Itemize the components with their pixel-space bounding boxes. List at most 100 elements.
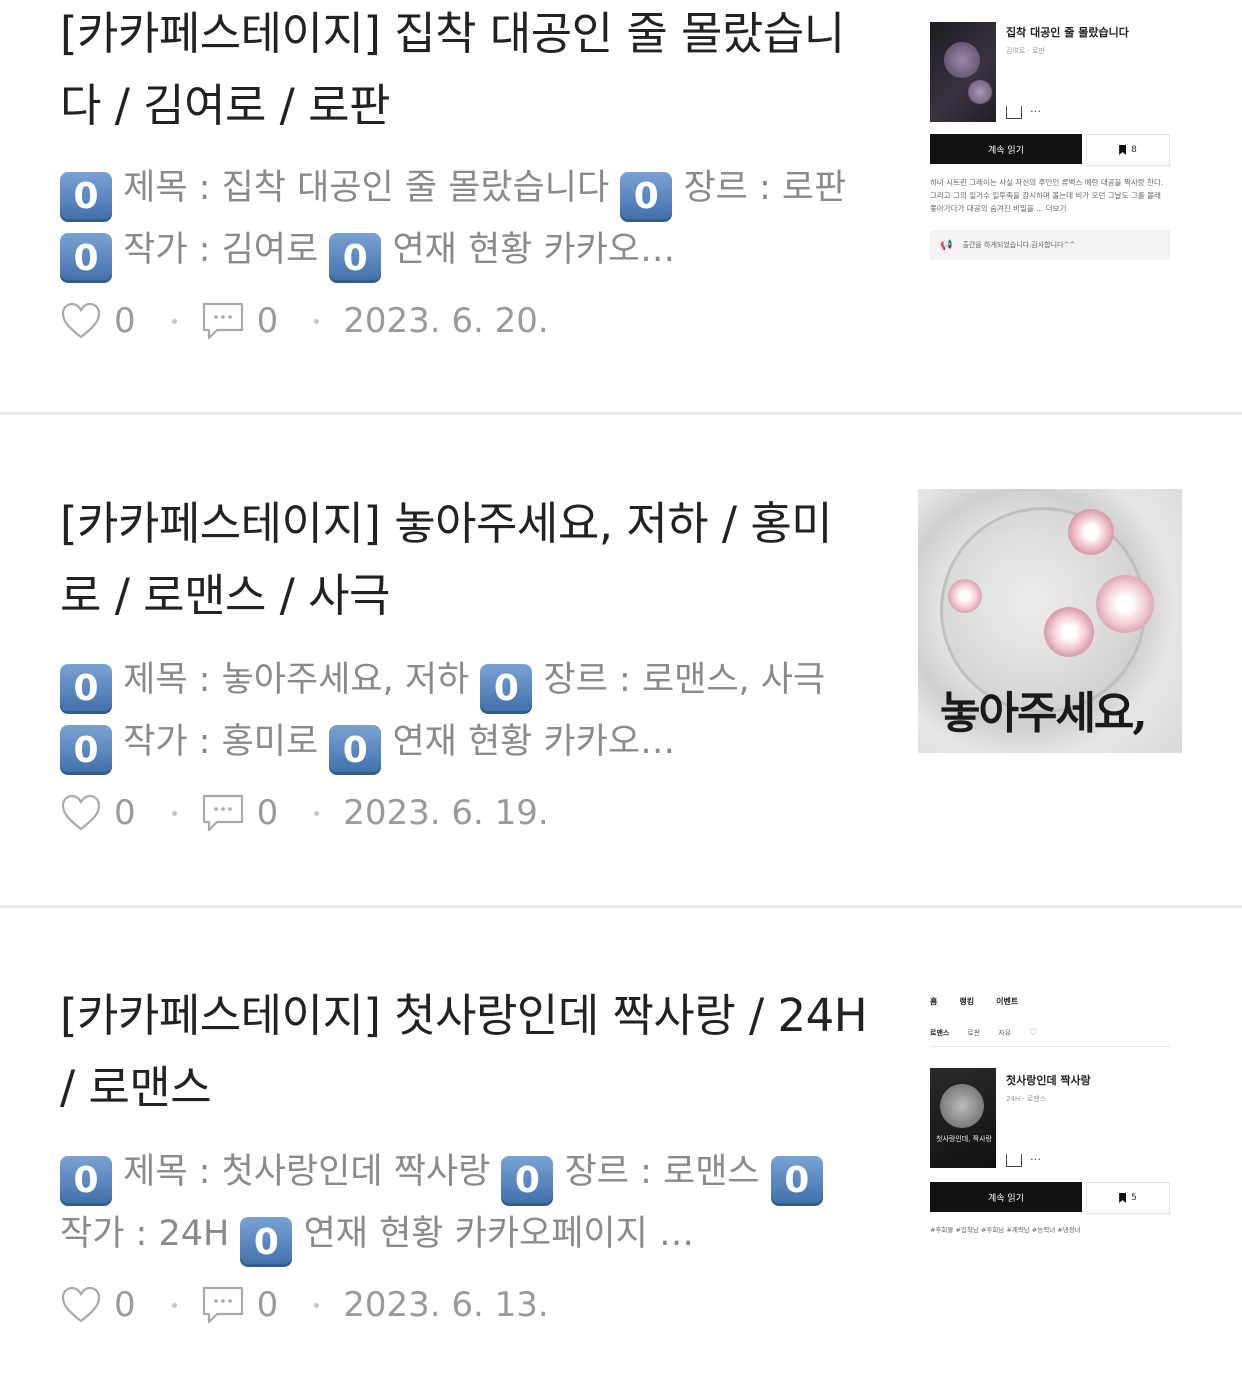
post-title[interactable]: [카카페스테이지] 놓아주세요, 저하 / 홍미로 / 로맨스 / 사극: [60, 488, 870, 632]
zero-keycap-icon: 0: [770, 1155, 823, 1206]
post-meta: 0 0 2023. 6. 20.: [60, 296, 549, 346]
separator-dot: [314, 810, 320, 816]
tabs-divider: [930, 1046, 1170, 1047]
post-title[interactable]: [카카페스테이지] 집착 대공인 줄 몰랐습니다 / 김여로 / 로판: [60, 0, 870, 142]
book-cover-image: 놓아주세요,: [918, 489, 1182, 753]
post-snippet[interactable]: 0 제목 : 첫사랑인데 짝사랑 0 장르 : 로맨스 0 작가 : 24H 0…: [60, 1144, 860, 1267]
post-item[interactable]: [카카페스테이지] 집착 대공인 줄 몰랐습니다 / 김여로 / 로판 0 제목…: [0, 0, 1242, 414]
like-count: 0: [114, 793, 136, 833]
more-icon[interactable]: …: [1030, 102, 1041, 115]
tab-free[interactable]: 자유: [998, 1028, 1011, 1038]
post-date: 2023. 6. 19.: [343, 793, 549, 833]
separator-dot: [314, 318, 320, 324]
comment-button[interactable]: 0: [201, 792, 279, 834]
read-button[interactable]: 계속 읽기: [930, 1182, 1082, 1212]
snippet-part: 작가 : 24H: [60, 1213, 241, 1254]
separator-dot: [171, 810, 177, 816]
megaphone-icon: 📢: [940, 239, 953, 251]
more-icon[interactable]: …: [1030, 1150, 1041, 1163]
snippet-part: 장르 : 로맨스: [564, 1152, 771, 1192]
comment-button[interactable]: 0: [201, 300, 278, 342]
post-thumbnail[interactable]: 집착 대공인 줄 몰랐습니다 김여로 · 로판 … 계속 읽기 8 하녀 시트린…: [918, 0, 1182, 264]
flower-decoration: [948, 579, 982, 613]
like-button[interactable]: 0: [60, 301, 136, 341]
comment-button[interactable]: 0: [201, 1284, 278, 1326]
like-button[interactable]: 0: [60, 793, 136, 833]
snippet-part: 장르 : 로맨스, 사극: [543, 660, 826, 700]
heart-tab-icon[interactable]: ♡: [1029, 1028, 1037, 1038]
post-feed: [카카페스테이지] 집착 대공인 줄 몰랐습니다 / 김여로 / 로판 0 제목…: [0, 0, 1242, 1385]
snippet-part: 제목 : 첫사랑인데 짝사랑: [123, 1152, 502, 1192]
zero-keycap-icon: 0: [329, 725, 382, 775]
zero-keycap-icon: 0: [60, 171, 112, 222]
snippet-part: 연재 현황 카카오…: [392, 721, 676, 762]
bookmark-count: 8: [1131, 145, 1137, 155]
book-description: 하녀 시트린 그레이는 사실 자신의 주인인 류백스 예란 대공을 짝사랑 한다…: [930, 178, 1164, 213]
snippet-part: 연재 현황 카카오…: [392, 229, 676, 270]
book-cover: [930, 22, 996, 122]
nav-home[interactable]: 홈: [930, 996, 937, 1007]
bookmark-button[interactable]: 8: [1086, 134, 1170, 166]
snippet-part: 작가 : 홍미로: [123, 721, 330, 762]
post-title[interactable]: [카카페스테이지] 첫사랑인데 짝사랑 / 24H / 로맨스: [60, 980, 870, 1124]
cover-title-text: 놓아주세요,: [940, 688, 1148, 739]
nav-event[interactable]: 이벤트: [996, 996, 1018, 1007]
zero-keycap-icon: 0: [60, 1155, 112, 1206]
heart-icon: [61, 794, 101, 831]
zero-keycap-icon: 0: [60, 663, 112, 714]
snippet-part: 연재 현황 카카오페이지 …: [303, 1213, 694, 1254]
post-thumbnail[interactable]: 놓아주세요,: [918, 489, 1182, 753]
bookmark-count: 5: [1131, 1193, 1137, 1203]
like-button[interactable]: 0: [60, 1285, 136, 1325]
post-item[interactable]: [카카페스테이지] 첫사랑인데 짝사랑 / 24H / 로맨스 0 제목 : 첫…: [0, 907, 1242, 1385]
zero-keycap-icon: 0: [60, 233, 112, 283]
comment-count: 0: [256, 793, 279, 833]
cover-title-text: 첫사랑인데, 짝사랑: [936, 1135, 992, 1143]
like-count: 0: [114, 1285, 136, 1325]
book-meta: 김여로 · 로판: [1006, 47, 1045, 55]
post-meta: 0 0 2023. 6. 19.: [60, 788, 549, 838]
post-item[interactable]: [카카페스테이지] 놓아주세요, 저하 / 홍미로 / 로맨스 / 사극 0 제…: [0, 414, 1242, 906]
book-meta: 24H · 로맨스: [1006, 1095, 1047, 1103]
zero-keycap-icon: 0: [60, 725, 112, 775]
book-tags: #후회물 #집착남 #후회남 #계략남 #능력녀 #냉정녀: [930, 1226, 1081, 1234]
post-date: 2023. 6. 20.: [343, 301, 549, 341]
app-nav: 홈 랭킹 이벤트: [930, 996, 1170, 1007]
book-cover: 첫사랑인데, 짝사랑: [930, 1068, 996, 1168]
heart-icon: [61, 302, 101, 339]
zero-keycap-icon: 0: [620, 171, 673, 222]
comment-icon: [202, 1286, 243, 1324]
notice-text: 출간을 하게되었습니다.감사합니다^^: [962, 241, 1076, 249]
share-icon[interactable]: [1006, 106, 1022, 119]
book-title: 첫사랑인데 짝사랑: [1006, 1074, 1091, 1087]
zero-keycap-icon: 0: [329, 233, 382, 283]
post-snippet[interactable]: 0 제목 : 집착 대공인 줄 몰랐습니다 0 장르 : 로판 0 작가 : 김…: [60, 160, 860, 283]
flower-decoration: [1068, 509, 1114, 555]
separator-dot: [314, 1302, 320, 1308]
snippet-part: 장르 : 로판: [683, 168, 847, 208]
post-date: 2023. 6. 13.: [343, 1285, 549, 1325]
snippet-part: 제목 : 놓아주세요, 저하: [123, 660, 481, 700]
tab-romance[interactable]: 로맨스: [930, 1028, 949, 1038]
bookmark-icon: [1119, 1193, 1127, 1203]
bookmark-button[interactable]: 5: [1086, 1182, 1170, 1214]
nav-ranking[interactable]: 랭킹: [959, 996, 974, 1007]
flower-decoration: [1044, 607, 1094, 657]
snippet-part: 작가 : 김여로: [123, 229, 330, 270]
zero-keycap-icon: 0: [480, 663, 533, 714]
post-thumbnail[interactable]: 홈 랭킹 이벤트 로맨스 로판 자유 ♡ 첫사랑인데, 짝사랑 첫사랑인데 짝사…: [918, 982, 1182, 1246]
comment-icon: [202, 794, 243, 832]
comment-icon: [202, 302, 243, 340]
read-button[interactable]: 계속 읽기: [930, 134, 1082, 164]
separator-dot: [171, 318, 177, 324]
snippet-part: 제목 : 집착 대공인 줄 몰랐습니다: [123, 168, 621, 208]
notice-bar[interactable]: 📢 출간을 하게되었습니다.감사합니다^^: [930, 230, 1170, 260]
like-count: 0: [114, 301, 136, 341]
separator-dot: [171, 1302, 177, 1308]
bookmark-icon: [1119, 145, 1127, 155]
post-snippet[interactable]: 0 제목 : 놓아주세요, 저하 0 장르 : 로맨스, 사극 0 작가 : 홍…: [60, 652, 860, 775]
tab-rofan[interactable]: 로판: [967, 1028, 980, 1038]
share-icon[interactable]: [1006, 1154, 1022, 1167]
heart-icon: [61, 1286, 101, 1323]
zero-keycap-icon: 0: [501, 1155, 554, 1206]
